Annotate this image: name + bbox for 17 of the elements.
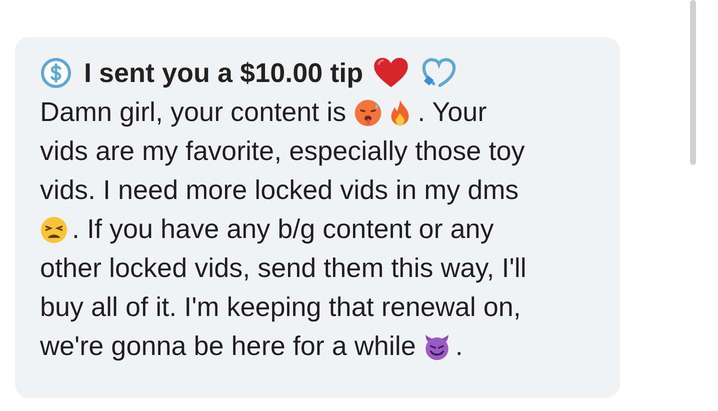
message-text: vids are my favorite, especially those toy [40,136,525,167]
message-text: . Your [418,97,487,128]
message-text: vids. I need more locked vids in my dms [40,175,519,206]
devil-face-icon [423,332,452,360]
message-text: other locked vids, send them this way, I'll [40,253,526,284]
heart-icon [373,57,410,89]
message-text: Damn girl, your content is [40,97,348,128]
message-text: . If you have any b/g content or any [72,214,494,245]
heart-outline-icon [421,57,458,89]
dollar-coin-icon [40,57,72,89]
message-text: buy all of it. I'm keeping that renewal on, [40,292,521,323]
tip-title: I sent you a $10.00 tip [84,58,364,88]
scrollbar[interactable] [690,0,696,165]
hot-face-icon [354,98,382,126]
weary-face-icon [40,216,68,244]
message-text: . [455,331,463,362]
message-text: we're gonna be here for a while [40,331,417,362]
